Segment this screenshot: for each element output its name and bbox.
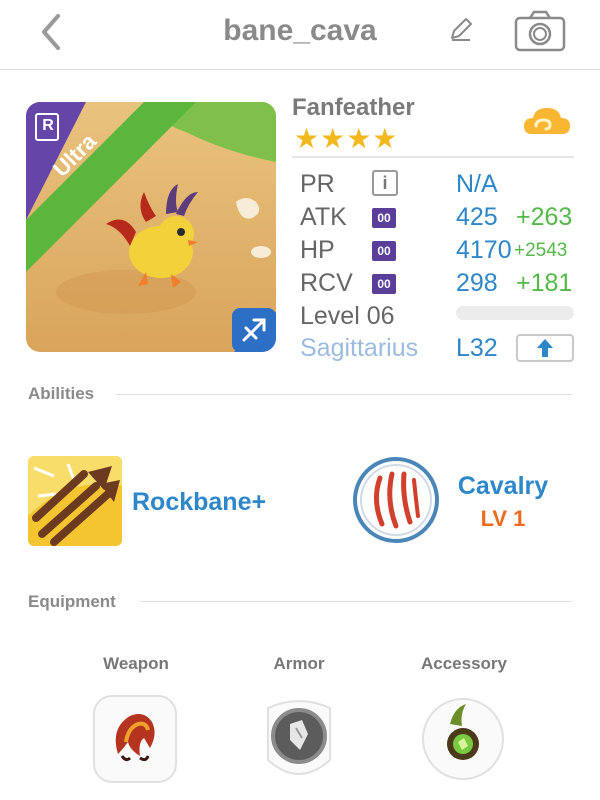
pr-label: PR xyxy=(300,170,335,198)
skill-name[interactable]: Cavalry xyxy=(440,472,566,501)
equipment-heading: Equipment xyxy=(28,592,116,611)
rock-arrows-icon xyxy=(28,456,122,546)
hp-value: 4170 xyxy=(456,236,512,264)
chevron-left-icon[interactable] xyxy=(30,10,74,54)
monster-name: Fanfeather xyxy=(292,94,415,121)
atk-plus-badge: 00 xyxy=(372,208,396,228)
level-label: Level 06 xyxy=(300,302,395,330)
rcv-label: RCV xyxy=(300,269,353,297)
rcv-plus-badge: 00 xyxy=(372,274,396,294)
claw-mark-icon[interactable] xyxy=(352,456,440,544)
accessory-label: Accessory xyxy=(420,654,507,673)
rcv-value: 298 xyxy=(456,269,498,297)
armor-slot[interactable] xyxy=(256,694,342,784)
pr-value: N/A xyxy=(456,170,498,198)
page-title: bane_cava xyxy=(223,14,377,47)
upgrade-button[interactable] xyxy=(516,334,574,362)
ability-icon[interactable] xyxy=(28,456,122,546)
weapon-label: Weapon xyxy=(103,654,169,673)
abilities-divider xyxy=(116,394,572,395)
name-divider xyxy=(292,156,574,158)
rarity-badge: R xyxy=(42,117,54,134)
atk-bonus: +263 xyxy=(516,203,573,231)
pencil-icon[interactable] xyxy=(446,14,476,44)
ability-name[interactable]: Rockbane+ xyxy=(132,488,266,517)
abilities-heading: Abilities xyxy=(28,384,95,403)
sagittarius-icon xyxy=(232,308,276,352)
hp-bonus: +2543 xyxy=(514,240,568,261)
arrow-up-icon xyxy=(537,339,553,357)
accessory-slot[interactable] xyxy=(420,694,506,784)
hp-plus-badge: 00 xyxy=(372,241,396,261)
armor-label: Armor xyxy=(273,654,325,673)
weapon-slot[interactable] xyxy=(92,694,178,784)
zodiac-sign[interactable]: Sagittarius xyxy=(300,334,418,363)
top-bar: bane_cava xyxy=(0,0,600,70)
info-icon[interactable]: i xyxy=(372,170,398,196)
atk-value: 425 xyxy=(456,203,498,231)
level-cap: L32 xyxy=(456,334,498,362)
hp-label: HP xyxy=(300,236,335,264)
camera-icon[interactable] xyxy=(514,10,566,52)
skill-level: LV 1 xyxy=(480,506,526,531)
cloud-icon xyxy=(524,108,570,134)
rcv-bonus: +181 xyxy=(516,269,573,297)
equipment-divider xyxy=(140,601,572,602)
star-rating: ★★★★ xyxy=(294,123,399,154)
level-progress-bar xyxy=(456,306,574,320)
monster-portrait[interactable]: Ultra R xyxy=(26,102,276,352)
atk-label: ATK xyxy=(300,203,347,231)
